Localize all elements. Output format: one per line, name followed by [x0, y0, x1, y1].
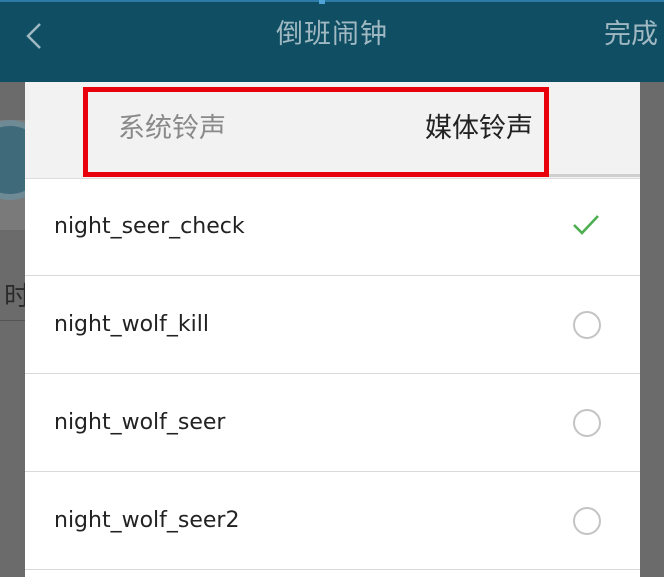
- ringtone-tabs: 系统铃声 媒体铃声: [25, 82, 640, 179]
- checkmark-icon: [573, 215, 599, 235]
- list-item[interactable]: night_wolf_seer: [25, 374, 640, 472]
- tab-system-ringtones[interactable]: 系统铃声: [118, 82, 226, 178]
- tab-media-ringtones[interactable]: 媒体铃声: [425, 82, 533, 178]
- ringtone-name: night_wolf_kill: [54, 312, 209, 337]
- list-item[interactable]: night_seer_check: [25, 178, 640, 276]
- ringtone-dialog: 系统铃声 媒体铃声 night_seer_check night_wolf_ki…: [25, 82, 640, 577]
- ringtone-name: night_wolf_seer: [54, 410, 226, 435]
- app-bar: 倒班闹钟 完成: [0, 0, 664, 82]
- page-title: 倒班闹钟: [276, 19, 388, 50]
- radio-unchecked-icon[interactable]: [573, 409, 601, 437]
- list-item[interactable]: night_wolf_kill: [25, 276, 640, 374]
- radio-unchecked-icon[interactable]: [573, 507, 601, 535]
- ringtone-list: night_seer_check night_wolf_kill night_w…: [25, 178, 640, 570]
- ringtone-name: night_seer_check: [54, 214, 245, 239]
- done-button[interactable]: 完成: [604, 0, 658, 70]
- list-item[interactable]: night_wolf_seer2: [25, 472, 640, 570]
- tab-indicator: [332, 174, 640, 177]
- radio-unchecked-icon[interactable]: [573, 311, 601, 339]
- background-divider: [0, 320, 26, 321]
- screen: 时 倒班闹钟 完成 系统铃声 媒体铃声 night_seer_check nig…: [0, 0, 664, 577]
- ringtone-name: night_wolf_seer2: [54, 508, 240, 533]
